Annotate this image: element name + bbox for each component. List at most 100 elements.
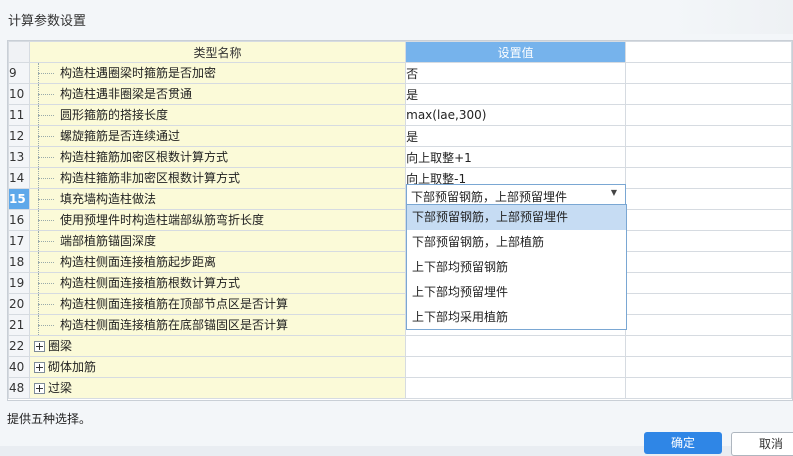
params-grid: 类型名称 设置值 9 构造柱遇圈梁时箍筋是否加密 否 10 构造柱遇非圈梁是否贯…	[7, 40, 793, 401]
table-row[interactable]: 10 构造柱遇非圈梁是否贯通 是	[8, 83, 792, 105]
title-bar-blank	[673, 0, 793, 34]
row-number: 20	[8, 293, 30, 315]
table-row[interactable]: 11 圆形箍筋的搭接长度 max(lae,300)	[8, 104, 792, 126]
empty-column	[625, 41, 792, 63]
param-name: 螺旋箍筋是否连续通过	[59, 129, 180, 143]
param-name-cell: 构造柱侧面连接植筋起步距离	[28, 251, 407, 273]
tree-line	[37, 147, 60, 167]
param-name: 构造柱侧面连接植筋根数计算方式	[59, 276, 240, 290]
table-row[interactable]: 12 螺旋箍筋是否连续通过 是	[8, 125, 792, 147]
group-name-cell: 圈梁	[28, 335, 407, 357]
table-row-selected[interactable]: 15 填充墙构造柱做法	[8, 188, 792, 210]
row-number: 48	[8, 377, 30, 399]
param-name-cell: 圆形箍筋的搭接长度	[28, 104, 407, 126]
param-name-cell: 填充墙构造柱做法	[28, 188, 407, 210]
row-number: 40	[8, 356, 30, 378]
param-name: 构造柱箍筋加密区根数计算方式	[59, 150, 228, 164]
row-number: 21	[8, 314, 30, 336]
ok-button[interactable]: 确定	[644, 432, 722, 454]
param-name: 构造柱侧面连接植筋在顶部节点区是否计算	[59, 297, 288, 311]
expand-icon[interactable]	[33, 383, 45, 394]
row-number: 19	[8, 272, 30, 294]
param-name-cell: 构造柱侧面连接植筋根数计算方式	[28, 272, 407, 294]
tree-line	[37, 294, 60, 314]
table-row[interactable]: 18 构造柱侧面连接植筋起步距离	[8, 251, 792, 273]
table-row[interactable]: 14 构造柱箍筋非加密区根数计算方式 向上取整-1	[8, 167, 792, 189]
param-name: 构造柱侧面连接植筋在底部锚固区是否计算	[59, 318, 288, 332]
table-row[interactable]: 16 使用预埋件时构造柱端部纵筋弯折长度	[8, 209, 792, 231]
param-name-cell: 构造柱侧面连接植筋在顶部节点区是否计算	[28, 293, 407, 315]
tree-line	[37, 105, 60, 125]
expand-icon[interactable]	[33, 341, 45, 352]
table-row[interactable]: 19 构造柱侧面连接植筋根数计算方式	[8, 272, 792, 294]
param-value-cell[interactable]: 否	[405, 62, 627, 84]
row-number: 10	[8, 83, 30, 105]
dropdown-option[interactable]: 上下部均预留埋件	[407, 280, 626, 305]
combo-dropdown-list: 下部预留钢筋，上部预留埋件 下部预留钢筋，上部植筋 上下部均预留钢筋 上下部均预…	[406, 204, 627, 330]
dropdown-option[interactable]: 上下部均预留钢筋	[407, 255, 626, 280]
table-row[interactable]: 17 端部植筋锚固深度	[8, 230, 792, 252]
param-name: 构造柱遇非圈梁是否贯通	[59, 87, 192, 101]
row-number-header	[8, 41, 30, 63]
param-name-cell: 螺旋箍筋是否连续通过	[28, 125, 407, 147]
group-name: 过梁	[47, 381, 72, 395]
param-name-cell: 使用预埋件时构造柱端部纵筋弯折长度	[28, 209, 407, 231]
param-name: 端部植筋锚固深度	[59, 234, 156, 248]
dialog-title: 计算参数设置	[8, 14, 87, 29]
row-number: 17	[8, 230, 30, 252]
combo-value: 下部预留钢筋，上部预留埋件	[411, 190, 568, 204]
param-value-cell[interactable]: max(lae,300)	[405, 104, 627, 126]
dropdown-option[interactable]: 下部预留钢筋，上部植筋	[407, 230, 626, 255]
column-header-value[interactable]: 设置值	[405, 41, 627, 63]
group-name-cell: 砌体加筋	[28, 356, 407, 378]
param-value-cell[interactable]: 是	[405, 125, 627, 147]
dropdown-option[interactable]: 上下部均采用植筋	[407, 305, 626, 330]
column-header-name[interactable]: 类型名称	[28, 41, 407, 63]
tree-line	[37, 315, 60, 335]
row-number: 12	[8, 125, 30, 147]
row-number: 9	[8, 62, 30, 84]
tree-line	[37, 63, 60, 83]
param-name-cell: 构造柱箍筋非加密区根数计算方式	[28, 167, 407, 189]
param-name: 构造柱遇圈梁时箍筋是否加密	[59, 66, 216, 80]
tree-line	[37, 168, 60, 188]
cancel-button[interactable]: 取消	[731, 432, 793, 456]
tree-line	[37, 252, 60, 272]
param-name-cell: 端部植筋锚固深度	[28, 230, 407, 252]
param-value-cell	[405, 377, 627, 399]
calc-params-dialog: 计算参数设置 类型名称 设置值 9 构造柱遇圈梁时箍筋是否加密 否 10 构造柱…	[0, 0, 793, 456]
table-row[interactable]: 21 构造柱侧面连接植筋在底部锚固区是否计算	[8, 314, 792, 336]
param-name-cell: 构造柱侧面连接植筋在底部锚固区是否计算	[28, 314, 407, 336]
param-name-cell: 构造柱箍筋加密区根数计算方式	[28, 146, 407, 168]
group-name: 砌体加筋	[47, 360, 96, 374]
fill-wall-method-combo[interactable]: 下部预留钢筋，上部预留埋件 ▼	[406, 184, 626, 205]
tree-line	[37, 189, 60, 209]
status-text: 提供五种选择。	[7, 412, 92, 426]
row-number: 15	[8, 188, 30, 210]
row-number: 11	[8, 104, 30, 126]
tree-line	[37, 231, 60, 251]
chevron-down-icon[interactable]: ▼	[611, 188, 617, 197]
group-row[interactable]: 40 砌体加筋	[8, 356, 792, 378]
param-name: 构造柱箍筋非加密区根数计算方式	[59, 171, 240, 185]
tree-line	[37, 84, 60, 104]
param-value-cell[interactable]: 向上取整+1	[405, 146, 627, 168]
dropdown-option[interactable]: 下部预留钢筋，上部预留埋件	[407, 205, 626, 230]
param-name: 构造柱侧面连接植筋起步距离	[59, 255, 216, 269]
tree-line	[37, 126, 60, 146]
row-number: 22	[8, 335, 30, 357]
tree-line	[37, 273, 60, 293]
group-row[interactable]: 48 过梁	[8, 377, 792, 399]
table-row[interactable]: 13 构造柱箍筋加密区根数计算方式 向上取整+1	[8, 146, 792, 168]
param-name: 圆形箍筋的搭接长度	[59, 108, 168, 122]
param-value-cell[interactable]: 是	[405, 83, 627, 105]
row-number: 14	[8, 167, 30, 189]
row-number: 13	[8, 146, 30, 168]
table-row[interactable]: 9 构造柱遇圈梁时箍筋是否加密 否	[8, 62, 792, 84]
group-row[interactable]: 22 圈梁	[8, 335, 792, 357]
group-name: 圈梁	[47, 339, 72, 353]
expand-icon[interactable]	[33, 362, 45, 373]
table-row[interactable]: 20 构造柱侧面连接植筋在顶部节点区是否计算	[8, 293, 792, 315]
group-name-cell: 过梁	[28, 377, 407, 399]
param-name-cell: 构造柱遇非圈梁是否贯通	[28, 83, 407, 105]
